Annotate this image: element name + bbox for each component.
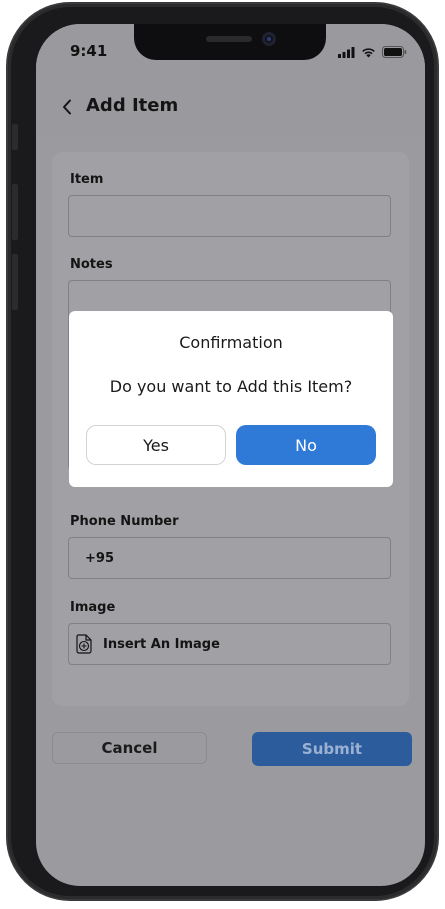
file-plus-icon: [75, 634, 93, 654]
chevron-left-icon[interactable]: [58, 96, 76, 118]
insert-image-label: Insert An Image: [103, 636, 220, 652]
no-button[interactable]: No: [236, 425, 376, 465]
signal-icon: [338, 46, 355, 58]
battery-icon: [382, 46, 407, 58]
notes-label: Notes: [70, 257, 113, 272]
insert-image-field[interactable]: Insert An Image: [68, 623, 391, 665]
dialog-message: Do you want to Add this Item?: [109, 377, 353, 396]
phone-number-label: Phone Number: [70, 514, 179, 529]
phone-number-value: +95: [85, 550, 114, 566]
phone-frame: 9:41 Add Item Item Notes Phone Number +9…: [8, 4, 437, 899]
silent-switch: [12, 124, 18, 150]
page-title: Add Item: [86, 95, 179, 116]
wifi-icon: [362, 47, 375, 57]
volume-down-button: [12, 254, 18, 310]
status-icons: [338, 46, 407, 58]
speaker-grill: [206, 36, 252, 42]
volume-up-button: [12, 184, 18, 240]
cancel-button[interactable]: Cancel: [52, 732, 207, 764]
yes-button[interactable]: Yes: [86, 425, 226, 465]
app-header: Add Item: [36, 80, 425, 136]
status-bar: 9:41: [36, 24, 425, 80]
screen: 9:41 Add Item Item Notes Phone Number +9…: [36, 24, 425, 886]
front-camera: [262, 32, 276, 46]
submit-button[interactable]: Submit: [252, 732, 412, 766]
dialog-title: Confirmation: [179, 333, 283, 352]
notch: [134, 24, 326, 60]
item-label: Item: [70, 172, 104, 187]
phone-number-field[interactable]: +95: [68, 537, 391, 579]
status-time: 9:41: [70, 42, 108, 60]
confirmation-dialog: Confirmation Do you want to Add this Ite…: [69, 311, 393, 487]
item-field[interactable]: [68, 195, 391, 237]
image-label: Image: [70, 600, 116, 615]
